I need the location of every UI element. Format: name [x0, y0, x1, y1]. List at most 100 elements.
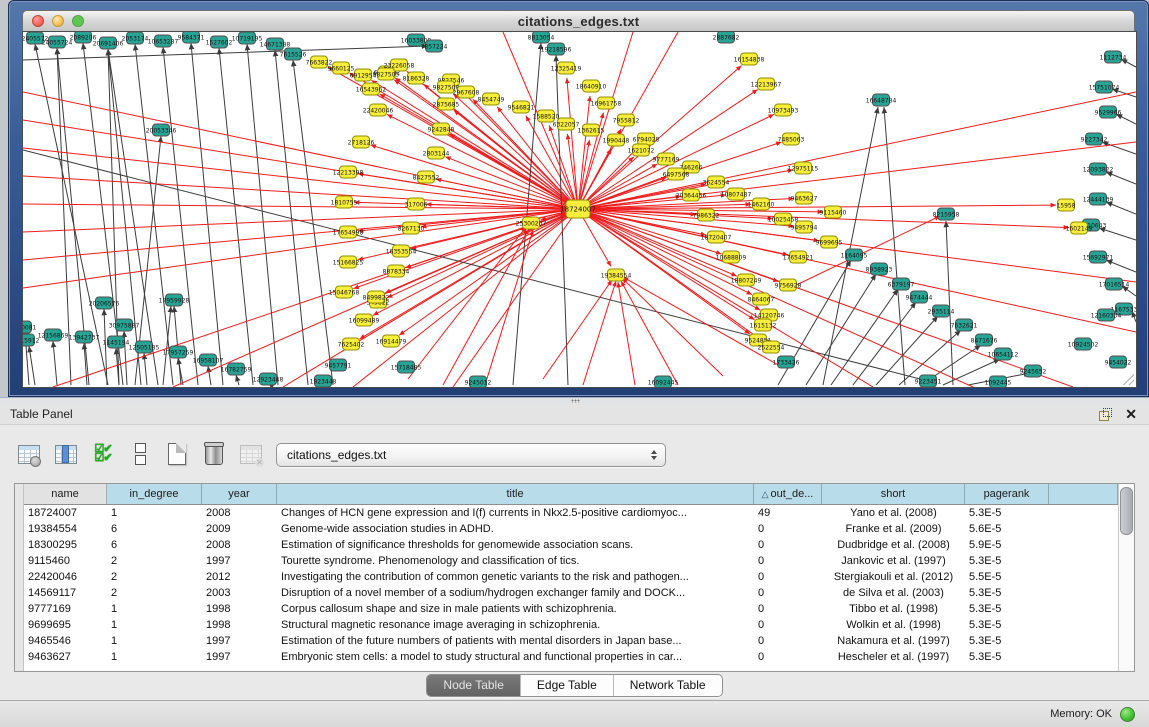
- table-cell-short[interactable]: Nakamura et al. (1997): [822, 633, 965, 649]
- table-cell-title[interactable]: Genome-wide association studies in ADHD.: [277, 521, 754, 537]
- network-node[interactable]: 9529966: [1095, 106, 1122, 118]
- table-cell-out_degree[interactable]: 0: [754, 649, 822, 665]
- table-cell-pagerank[interactable]: 5.3E-5: [965, 633, 1049, 649]
- new-table-icon[interactable]: [164, 441, 190, 467]
- network-node[interactable]: 9546821: [508, 101, 535, 113]
- network-node[interactable]: 15751074: [1089, 81, 1120, 93]
- network-node[interactable]: 6794028: [633, 133, 660, 145]
- network-node[interactable]: 1923448: [310, 375, 337, 387]
- table-cell-short[interactable]: Stergiakouli et al. (2012): [822, 569, 965, 585]
- vertical-scrollbar[interactable]: [1118, 484, 1134, 671]
- table-cell-short[interactable]: Yano et al. (2008): [822, 505, 965, 521]
- network-node[interactable]: 7955812: [613, 114, 640, 126]
- table-cell-in_degree[interactable]: 1: [107, 617, 202, 633]
- table-cell-out_degree[interactable]: 0: [754, 553, 822, 569]
- table-cell-out_degree[interactable]: 0: [754, 537, 822, 553]
- network-node[interactable]: 16914479: [376, 335, 407, 347]
- network-node[interactable]: 8938923: [866, 263, 893, 275]
- network-node[interactable]: 6379197: [888, 278, 915, 290]
- table-cell-title[interactable]: Structural magnetic resonance image aver…: [277, 617, 754, 633]
- table-cell-name[interactable]: 9777169: [24, 601, 107, 617]
- network-node[interactable]: 16958107: [193, 354, 224, 366]
- table-cell-in_degree[interactable]: 1: [107, 505, 202, 521]
- network-node[interactable]: 9242848: [428, 123, 455, 135]
- network-node[interactable]: 9457791: [325, 359, 352, 371]
- table-cell-short[interactable]: de Silva et al. (2003): [822, 585, 965, 601]
- table-cell-pagerank[interactable]: 5.5E-5: [965, 569, 1049, 585]
- network-node[interactable]: 2887682: [713, 32, 740, 43]
- network-node[interactable]: 17016514: [1099, 278, 1130, 290]
- table-cell-in_degree[interactable]: 1: [107, 633, 202, 649]
- network-node[interactable]: 15166825: [333, 256, 364, 268]
- table-cell-name[interactable]: 14569117: [24, 585, 107, 601]
- tab-network-table[interactable]: Network Table: [614, 675, 722, 696]
- network-node[interactable]: 16782759: [221, 363, 252, 375]
- table-cell-year[interactable]: 1997: [202, 553, 277, 569]
- column-settings-icon[interactable]: [16, 441, 42, 467]
- network-node[interactable]: 1990448: [603, 134, 630, 146]
- network-node[interactable]: 10654112: [988, 348, 1019, 360]
- table-row[interactable]: 946554611997Estimation of the future num…: [24, 633, 1118, 649]
- network-node[interactable]: 10653287: [148, 35, 179, 47]
- network-node[interactable]: 12213398: [333, 166, 364, 178]
- table-cell-in_degree[interactable]: 2: [107, 569, 202, 585]
- table-cell-out_degree[interactable]: 0: [754, 521, 822, 537]
- table-cell-in_degree[interactable]: 6: [107, 537, 202, 553]
- table-cell-year[interactable]: 2008: [202, 537, 277, 553]
- network-node[interactable]: 9223451: [915, 375, 942, 387]
- network-node[interactable]: 8454749: [478, 93, 505, 105]
- network-node[interactable]: 16648784: [866, 94, 897, 106]
- network-node[interactable]: 10719195: [232, 32, 263, 44]
- table-cell-short[interactable]: Wolkin et al. (1998): [822, 617, 965, 633]
- network-node[interactable]: 12093822: [1083, 163, 1114, 175]
- network-node[interactable]: 12444139: [1083, 193, 1114, 205]
- network-node[interactable]: 22420046: [363, 104, 394, 116]
- column-header-year[interactable]: year: [202, 484, 277, 504]
- table-cell-pagerank[interactable]: 5.3E-5: [965, 649, 1049, 665]
- table-cell-name[interactable]: 18300295: [24, 537, 107, 553]
- table-cell-name[interactable]: 9463627: [24, 649, 107, 665]
- network-node[interactable]: 13942737: [69, 331, 100, 343]
- table-cell-title[interactable]: Embryonic stem cells: a model to study s…: [277, 649, 754, 665]
- table-cell-out_degree[interactable]: 0: [754, 617, 822, 633]
- network-node[interactable]: 16154838: [734, 53, 765, 65]
- table-cell-in_degree[interactable]: 2: [107, 553, 202, 569]
- table-cell-out_degree[interactable]: 0: [754, 633, 822, 649]
- network-node[interactable]: 10924502: [1068, 338, 1099, 350]
- table-cell-in_degree[interactable]: 1: [107, 649, 202, 665]
- network-node[interactable]: 15718485: [391, 361, 422, 373]
- table-row[interactable]: 1872400712008Changes of HCN gene express…: [24, 505, 1118, 521]
- network-node[interactable]: 2935114: [928, 305, 955, 317]
- table-cell-pagerank[interactable]: 5.6E-5: [965, 521, 1049, 537]
- table-cell-year[interactable]: 2008: [202, 505, 277, 521]
- network-node[interactable]: 2875685: [433, 98, 460, 110]
- network-node[interactable]: 8186328: [403, 72, 430, 84]
- network-node[interactable]: 10973493: [768, 104, 799, 116]
- network-node[interactable]: 1733426: [773, 356, 800, 368]
- network-node[interactable]: 8215958: [933, 208, 960, 220]
- network-node[interactable]: 10688809: [716, 251, 747, 263]
- network-node[interactable]: 20691406: [93, 37, 124, 49]
- network-node[interactable]: 18720407: [701, 231, 732, 243]
- table-cell-name[interactable]: 19384554: [24, 521, 107, 537]
- network-node[interactable]: 12325419: [551, 62, 582, 74]
- network-node[interactable]: 2718126: [348, 136, 375, 148]
- table-cell-year[interactable]: 1998: [202, 617, 277, 633]
- table-cell-pagerank[interactable]: 5.3E-5: [965, 553, 1049, 569]
- table-cell-out_degree[interactable]: 0: [754, 569, 822, 585]
- table-cell-out_degree[interactable]: 0: [754, 585, 822, 601]
- network-node[interactable]: 8471676: [971, 334, 998, 346]
- table-cell-name[interactable]: 18724007: [24, 505, 107, 521]
- network-node[interactable]: 9245652: [1020, 365, 1047, 377]
- network-node[interactable]: 18640910: [576, 80, 607, 92]
- table-cell-pagerank[interactable]: 5.3E-5: [965, 585, 1049, 601]
- table-row[interactable]: 946362711997Embryonic stem cells: a mode…: [24, 649, 1118, 665]
- network-node[interactable]: 1527602: [206, 36, 233, 48]
- show-hide-columns-icon[interactable]: [53, 441, 79, 467]
- close-panel-icon[interactable]: ✕: [1125, 407, 1137, 421]
- network-node[interactable]: 9777169: [653, 153, 680, 165]
- network-node[interactable]: 1164095: [841, 249, 868, 261]
- window-titlebar[interactable]: citations_edges.txt: [22, 10, 1135, 31]
- network-node[interactable]: 8150081: [23, 321, 37, 333]
- table-cell-name[interactable]: 9699695: [24, 617, 107, 633]
